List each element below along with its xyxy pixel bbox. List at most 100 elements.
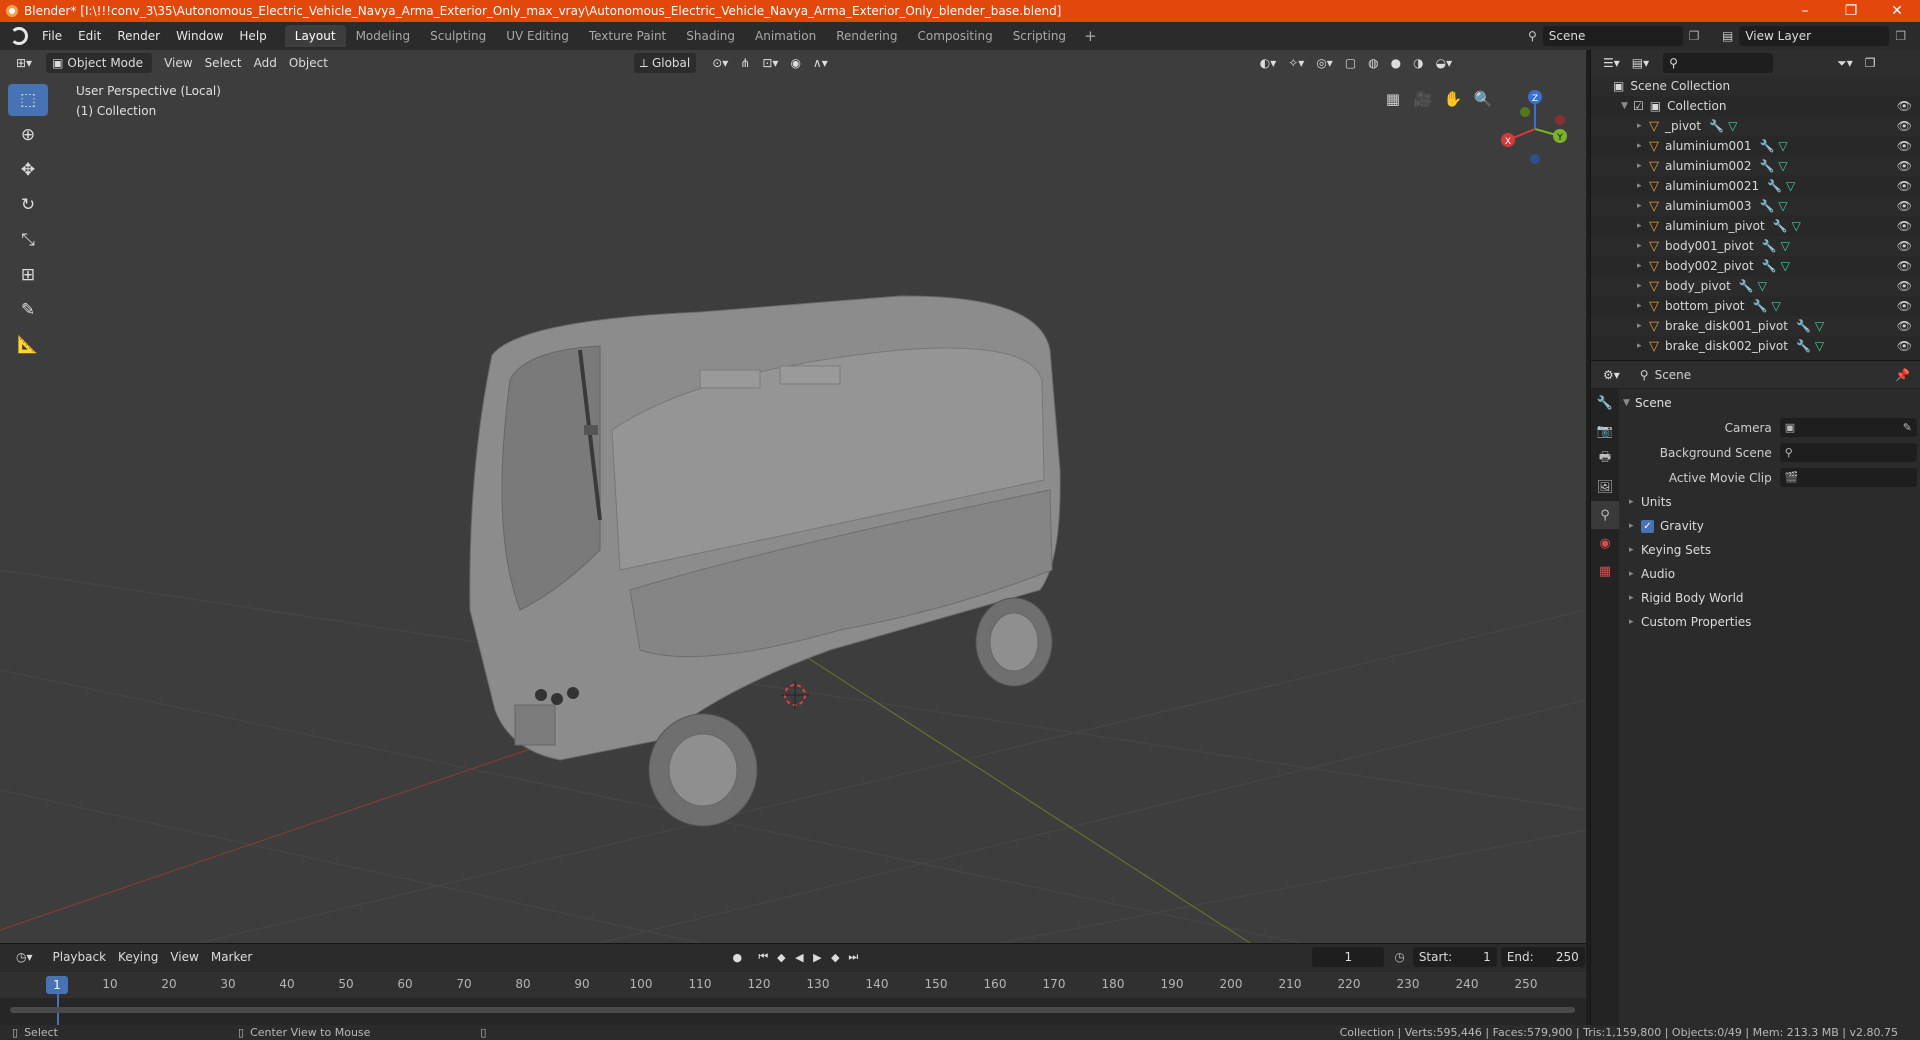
- gravity-checkbox[interactable]: ✓: [1641, 519, 1654, 533]
- falloff-icon[interactable]: ∧▾: [807, 53, 834, 73]
- outliner-object-row[interactable]: ▸ ▽ brake_disk001_pivot 🔧 ▽ 👁: [1591, 316, 1920, 336]
- viewport-menu-object[interactable]: Object: [283, 53, 334, 73]
- scene-tab-icon[interactable]: ⚲: [1591, 501, 1619, 529]
- outliner-object-row[interactable]: ▸ ▽ body002_pivot 🔧 ▽ 👁: [1591, 256, 1920, 276]
- outliner-object-row[interactable]: ▸ ▽ _pivot 🔧 ▽ 👁: [1591, 116, 1920, 136]
- view-layer-selector[interactable]: ▤ View Layer ❐: [1722, 26, 1914, 46]
- tab-rendering[interactable]: Rendering: [826, 25, 907, 47]
- outliner-object-row[interactable]: ▸ ▽ body_pivot 🔧 ▽ 👁: [1591, 276, 1920, 296]
- cursor-tool-icon[interactable]: ⊕: [8, 119, 48, 151]
- shading-material-icon[interactable]: ◑: [1407, 53, 1429, 73]
- eye-icon[interactable]: 👁: [1897, 239, 1912, 253]
- play-icon[interactable]: ▶: [808, 948, 826, 966]
- expand-icon[interactable]: ▸: [1637, 321, 1649, 331]
- camera-field[interactable]: ▣ ✎: [1779, 418, 1917, 437]
- scene-panel-header[interactable]: ▼ Scene: [1623, 391, 1917, 415]
- expand-icon[interactable]: ▸: [1637, 261, 1649, 271]
- viewport-menu-add[interactable]: Add: [248, 53, 283, 73]
- outliner-object-row[interactable]: ▸ ▽ aluminium002 🔧 ▽ 👁: [1591, 156, 1920, 176]
- view-layer-tab-icon[interactable]: 🖼: [1591, 473, 1619, 501]
- outliner-object-row[interactable]: ▸ ▽ aluminium_pivot 🔧 ▽ 👁: [1591, 216, 1920, 236]
- pivot-point-icon[interactable]: ⊙▾: [706, 53, 734, 73]
- eye-icon[interactable]: 👁: [1897, 179, 1912, 193]
- render-tab-icon[interactable]: 📷: [1591, 417, 1619, 445]
- eye-icon[interactable]: 👁: [1897, 119, 1912, 133]
- expand-icon[interactable]: ▸: [1629, 593, 1641, 603]
- navigation-gizmo[interactable]: Z Y X: [1490, 84, 1570, 164]
- timeline-editor-type-icon[interactable]: ◷▾: [10, 947, 39, 967]
- timeline-menu-playback[interactable]: Playback: [47, 947, 113, 967]
- rigid-body-world-subpanel[interactable]: ▸ Rigid Body World: [1623, 586, 1917, 610]
- jump-end-icon[interactable]: ⏭: [844, 948, 862, 966]
- current-frame-field[interactable]: 1: [1312, 947, 1385, 967]
- scene-selector[interactable]: ⚲ Scene ❐: [1528, 26, 1706, 46]
- background-scene-field[interactable]: ⚲: [1779, 443, 1917, 462]
- expand-icon[interactable]: ▸: [1637, 121, 1649, 131]
- outliner-search-input[interactable]: ⚲: [1663, 53, 1774, 73]
- restore-button[interactable]: ❐: [1828, 0, 1874, 22]
- current-frame-marker[interactable]: 1: [46, 976, 68, 994]
- timeline-ruler[interactable]: 1 10 20 30 40 50 60 70 80 90 100 110 120…: [0, 972, 1586, 998]
- menu-window[interactable]: Window: [168, 29, 231, 43]
- expand-icon[interactable]: ▸: [1637, 301, 1649, 311]
- scale-tool-icon[interactable]: ⤡: [8, 224, 48, 256]
- clock-icon[interactable]: ◷: [1394, 950, 1404, 964]
- expand-icon[interactable]: ▸: [1637, 161, 1649, 171]
- output-tab-icon[interactable]: 🖶: [1591, 445, 1619, 473]
- jump-keyframe-back-icon[interactable]: ◆: [772, 948, 790, 966]
- display-mode-icon[interactable]: ▤▾: [1626, 53, 1655, 73]
- new-view-layer-icon[interactable]: ❐: [1895, 29, 1906, 43]
- viewport-menu-select[interactable]: Select: [199, 53, 248, 73]
- transform-tool-icon[interactable]: ⊞: [8, 259, 48, 291]
- eye-icon[interactable]: 👁: [1897, 339, 1912, 353]
- outliner-object-row[interactable]: ▸ ▽ aluminium003 🔧 ▽ 👁: [1591, 196, 1920, 216]
- move-tool-icon[interactable]: ✥: [8, 154, 48, 186]
- add-workspace-button[interactable]: +: [1076, 27, 1105, 45]
- record-icon[interactable]: ●: [728, 948, 746, 966]
- eye-icon[interactable]: 👁: [1897, 139, 1912, 153]
- menu-file[interactable]: File: [34, 29, 70, 43]
- properties-editor-type-icon[interactable]: ⚙▾: [1597, 365, 1626, 385]
- expand-icon[interactable]: ▼: [1623, 398, 1635, 408]
- blender-logo-icon[interactable]: [10, 27, 28, 45]
- gravity-subpanel[interactable]: ▸ ✓ Gravity: [1623, 514, 1917, 538]
- 3d-viewport[interactable]: ⊞▾ ▣ Object Mode View Select Add Object …: [0, 50, 1586, 943]
- world-tab-icon[interactable]: ◉: [1591, 529, 1619, 557]
- view-layer-field[interactable]: View Layer: [1739, 26, 1890, 46]
- eye-icon[interactable]: 👁: [1897, 299, 1912, 313]
- select-box-tool-icon[interactable]: ⬚: [8, 84, 48, 116]
- eye-icon[interactable]: 👁: [1897, 199, 1912, 213]
- play-reverse-icon[interactable]: ◀: [790, 948, 808, 966]
- start-frame-field[interactable]: Start: 1: [1412, 947, 1497, 967]
- shading-wireframe-icon[interactable]: ◍: [1362, 53, 1384, 73]
- camera-view-icon[interactable]: 🎥: [1410, 86, 1436, 112]
- timeline-menu-marker[interactable]: Marker: [205, 947, 258, 967]
- audio-subpanel[interactable]: ▸ Audio: [1623, 562, 1917, 586]
- expand-icon[interactable]: ▼: [1621, 101, 1633, 111]
- snap-icon[interactable]: ⋔: [734, 53, 756, 73]
- visibility-icon[interactable]: ◐▾: [1254, 53, 1283, 73]
- snap-target-icon[interactable]: ⊡▾: [756, 53, 784, 73]
- timeline-menu-keying[interactable]: Keying: [112, 947, 164, 967]
- outliner-collection[interactable]: ▼ ☑ ▣ Collection 👁: [1591, 96, 1920, 116]
- end-frame-field[interactable]: End: 250: [1500, 947, 1585, 967]
- outliner-editor-type-icon[interactable]: ☰▾: [1597, 53, 1626, 73]
- tab-scripting[interactable]: Scripting: [1003, 25, 1076, 47]
- expand-icon[interactable]: ▸: [1637, 281, 1649, 291]
- new-scene-icon[interactable]: ❐: [1689, 29, 1700, 43]
- pin-icon[interactable]: 📌: [1895, 368, 1910, 382]
- shading-rendered-icon[interactable]: ◒▾: [1430, 53, 1459, 73]
- tab-compositing[interactable]: Compositing: [907, 25, 1002, 47]
- tab-shading[interactable]: Shading: [676, 25, 745, 47]
- expand-icon[interactable]: ▸: [1629, 521, 1641, 531]
- object-mode-dropdown[interactable]: ▣ Object Mode: [46, 53, 153, 73]
- eye-icon[interactable]: 👁: [1897, 159, 1912, 173]
- timeline-menu-view[interactable]: View: [164, 947, 204, 967]
- jump-start-icon[interactable]: ⏮: [754, 948, 772, 966]
- eyedropper-icon[interactable]: ✎: [1903, 421, 1912, 434]
- close-button[interactable]: ✕: [1874, 0, 1920, 22]
- editor-type-icon[interactable]: ⊞▾: [10, 53, 38, 73]
- custom-properties-subpanel[interactable]: ▸ Custom Properties: [1623, 610, 1917, 634]
- expand-icon[interactable]: ▸: [1629, 497, 1641, 507]
- pan-view-icon[interactable]: ✋: [1440, 86, 1466, 112]
